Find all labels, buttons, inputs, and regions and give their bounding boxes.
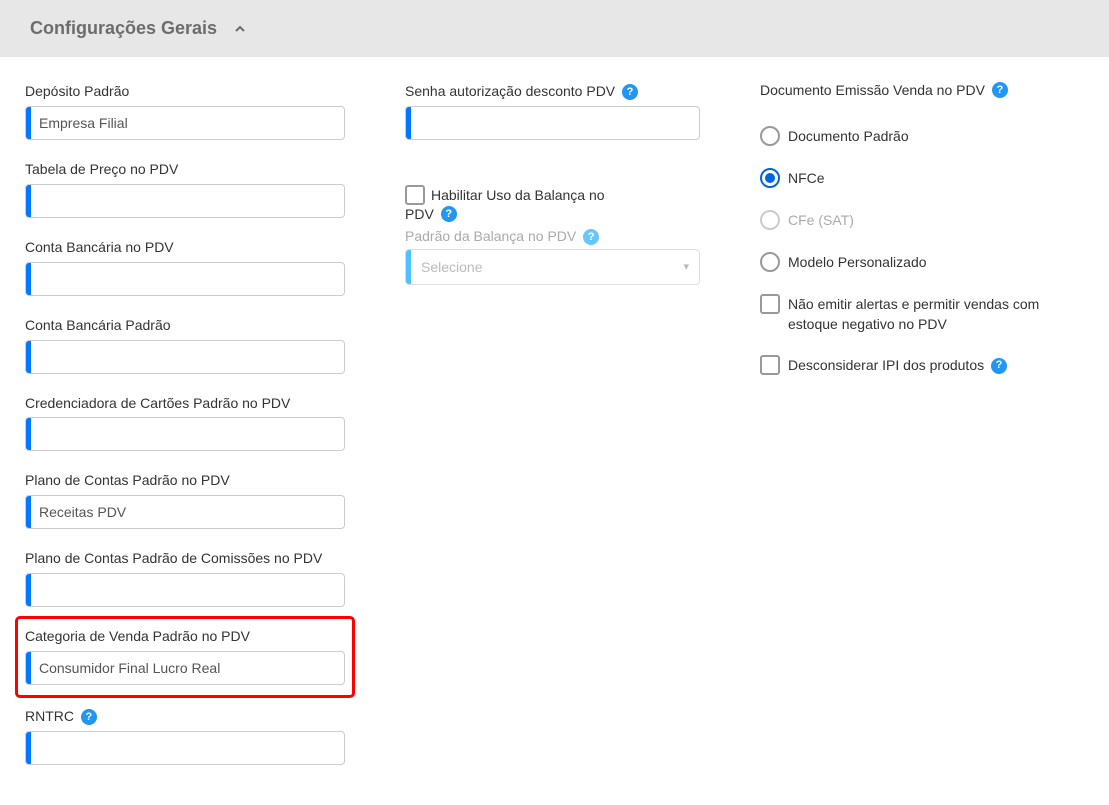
- field-tabela: Tabela de Preço no PDV: [25, 160, 345, 218]
- rntrc-label: RNTRC ?: [25, 707, 345, 726]
- plano-pdv-input-wrap: [25, 495, 345, 529]
- check-ipi: Desconsiderar IPI dos produtos ?: [760, 355, 1080, 375]
- senha-label-text: Senha autorização desconto PDV: [405, 83, 615, 99]
- field-plano-comissoes: Plano de Contas Padrão de Comissões no P…: [25, 549, 345, 607]
- section-header[interactable]: Configurações Gerais: [0, 0, 1109, 57]
- doc-emissao-text: Documento Emissão Venda no PDV: [760, 82, 985, 98]
- senha-input[interactable]: [411, 107, 699, 139]
- balanca-checkbox-row: Habilitar Uso da Balança no: [405, 185, 700, 205]
- plano-pdv-label: Plano de Contas Padrão no PDV: [25, 471, 345, 490]
- rntrc-input-wrap: [25, 731, 345, 765]
- radio-label: CFe (SAT): [788, 212, 854, 228]
- radio-label: Documento Padrão: [788, 128, 909, 144]
- content-area: Depósito Padrão Tabela de Preço no PDV C…: [0, 57, 1109, 805]
- plano-comissoes-label: Plano de Contas Padrão de Comissões no P…: [25, 549, 345, 568]
- senha-input-wrap: [405, 106, 700, 140]
- balanca-checkbox-label-part1: Habilitar Uso da Balança no: [431, 185, 605, 205]
- check-estoque-negativo: Não emitir alertas e permitir vendas com…: [760, 294, 1080, 335]
- radio-label: NFCe: [788, 170, 825, 186]
- conta-padrao-input-wrap: [25, 340, 345, 374]
- rntrc-label-text: RNTRC: [25, 708, 74, 724]
- field-conta-padrao: Conta Bancária Padrão: [25, 316, 345, 374]
- credenciadora-input[interactable]: [31, 418, 344, 450]
- help-icon[interactable]: ?: [992, 82, 1008, 98]
- balanca-padrao-label: Padrão da Balança no PDV: [405, 228, 576, 244]
- column-1: Depósito Padrão Tabela de Preço no PDV C…: [25, 82, 345, 785]
- balanca-checkbox[interactable]: [405, 185, 425, 205]
- tabela-label: Tabela de Preço no PDV: [25, 160, 345, 179]
- deposito-input-wrap: [25, 106, 345, 140]
- categoria-label: Categoria de Venda Padrão no PDV: [25, 627, 345, 646]
- senha-label: Senha autorização desconto PDV ?: [405, 82, 700, 101]
- conta-pdv-input-wrap: [25, 262, 345, 296]
- radio-button[interactable]: [760, 126, 780, 146]
- column-2: Senha autorização desconto PDV ? Habilit…: [405, 82, 700, 785]
- balanca-select-placeholder: Selecione: [411, 253, 673, 281]
- estoque-checkbox[interactable]: [760, 294, 780, 314]
- field-plano-pdv: Plano de Contas Padrão no PDV: [25, 471, 345, 529]
- credenciadora-label: Credenciadora de Cartões Padrão no PDV: [25, 394, 345, 413]
- radio-button: [760, 210, 780, 230]
- field-rntrc: RNTRC ?: [25, 707, 345, 765]
- doc-emissao-label: Documento Emissão Venda no PDV ?: [760, 82, 1080, 98]
- rntrc-input[interactable]: [31, 732, 344, 764]
- column-3: Documento Emissão Venda no PDV ? Documen…: [760, 82, 1080, 785]
- deposito-label: Depósito Padrão: [25, 82, 345, 101]
- radio-doc-padrao[interactable]: Documento Padrão: [760, 126, 1080, 146]
- help-icon[interactable]: ?: [622, 84, 638, 100]
- balanca-checkbox-label-part2: PDV: [405, 205, 434, 224]
- field-deposito: Depósito Padrão: [25, 82, 345, 140]
- tabela-input-wrap: [25, 184, 345, 218]
- field-conta-pdv: Conta Bancária no PDV: [25, 238, 345, 296]
- tabela-input[interactable]: [31, 185, 344, 217]
- plano-comissoes-input[interactable]: [31, 574, 344, 606]
- chevron-down-icon: ▾: [673, 260, 699, 273]
- radio-nfce[interactable]: NFCe: [760, 168, 1080, 188]
- radio-button[interactable]: [760, 252, 780, 272]
- help-icon[interactable]: ?: [583, 229, 599, 245]
- field-categoria: Categoria de Venda Padrão no PDV: [25, 627, 345, 685]
- deposito-input[interactable]: [31, 107, 344, 139]
- conta-padrao-label: Conta Bancária Padrão: [25, 316, 345, 335]
- categoria-input[interactable]: [31, 652, 344, 684]
- ipi-checkbox[interactable]: [760, 355, 780, 375]
- balanca-padrao-label-row: Padrão da Balança no PDV ?: [405, 227, 700, 246]
- highlighted-field: Categoria de Venda Padrão no PDV: [15, 616, 355, 698]
- conta-pdv-input[interactable]: [31, 263, 344, 295]
- balanca-group: Habilitar Uso da Balança no PDV ? Padrão…: [405, 185, 700, 285]
- plano-pdv-input[interactable]: [31, 496, 344, 528]
- conta-padrao-input[interactable]: [31, 341, 344, 373]
- help-icon[interactable]: ?: [991, 358, 1007, 374]
- help-icon[interactable]: ?: [441, 206, 457, 222]
- radio-button[interactable]: [760, 168, 780, 188]
- radio-modelo[interactable]: Modelo Personalizado: [760, 252, 1080, 272]
- plano-comissoes-input-wrap: [25, 573, 345, 607]
- chevron-up-icon: [232, 21, 248, 37]
- credenciadora-input-wrap: [25, 417, 345, 451]
- balanca-padrao-select[interactable]: Selecione ▾: [405, 249, 700, 285]
- conta-pdv-label: Conta Bancária no PDV: [25, 238, 345, 257]
- field-senha: Senha autorização desconto PDV ?: [405, 82, 700, 140]
- help-icon[interactable]: ?: [81, 709, 97, 725]
- radio-cfe: CFe (SAT): [760, 210, 1080, 230]
- field-credenciadora: Credenciadora de Cartões Padrão no PDV: [25, 394, 345, 452]
- balanca-checkbox-block: Habilitar Uso da Balança no PDV ?: [405, 185, 700, 224]
- ipi-label-text: Desconsiderar IPI dos produtos: [788, 357, 984, 373]
- categoria-input-wrap: [25, 651, 345, 685]
- balanca-checkbox-line2: PDV ?: [405, 205, 700, 224]
- ipi-label: Desconsiderar IPI dos produtos ?: [788, 355, 1007, 375]
- radio-label: Modelo Personalizado: [788, 254, 927, 270]
- estoque-label: Não emitir alertas e permitir vendas com…: [788, 294, 1080, 335]
- section-title: Configurações Gerais: [30, 18, 217, 39]
